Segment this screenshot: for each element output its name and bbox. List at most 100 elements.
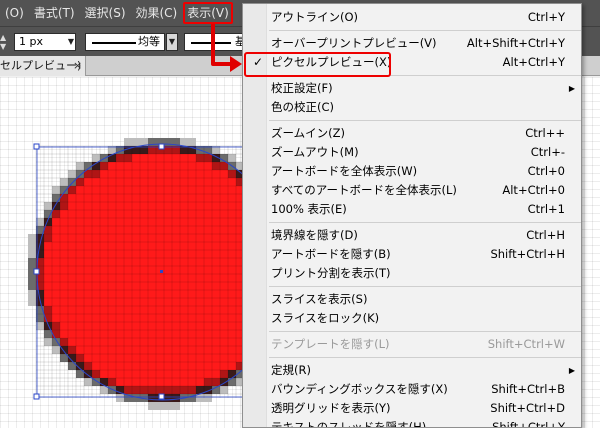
menu-item[interactable]: スライスをロック(K) [243,309,581,328]
menu-view[interactable]: 表示(V) [182,0,234,26]
pixel [116,394,124,402]
menu-item-shortcut: Alt+Ctrl+Y [502,55,565,69]
pixel [92,186,100,194]
pixel [172,162,180,170]
pixel [204,338,212,346]
pixel [228,194,236,202]
menu-item[interactable]: すべてのアートボードを全体表示(L) Alt+Ctrl+0 [243,181,581,200]
menu-type[interactable]: 書式(T) [29,0,80,26]
menu-object[interactable]: (O) [0,0,29,26]
menu-item[interactable]: アートボードを隠す(B) Shift+Ctrl+H [243,245,581,264]
pixel [196,234,204,242]
pixel [140,218,148,226]
pixel [212,330,220,338]
pixel [84,258,92,266]
menu-item[interactable]: アウトライン(O) Ctrl+Y [243,8,581,27]
pixel [204,194,212,202]
pixel [108,250,116,258]
menu-item[interactable]: 校正設定(F) ▶ [243,79,581,98]
pixel [116,258,124,266]
menu-item[interactable]: バウンディングボックスを隠す(X) Shift+Ctrl+B [243,380,581,399]
close-icon[interactable]: × [73,56,82,76]
pixel [196,266,204,274]
menu-item[interactable]: 100% 表示(E) Ctrl+1 [243,200,581,219]
pixel [220,202,228,210]
chevron-down-icon[interactable]: ▼ [166,33,178,51]
menu-item[interactable]: ズームアウト(M) Ctrl+- [243,143,581,162]
pixel [116,266,124,274]
pixel [228,186,236,194]
menu-item[interactable]: 色の校正(C) [243,98,581,117]
pixel [84,194,92,202]
pixel [132,210,140,218]
pixel [100,186,108,194]
pixel [132,194,140,202]
pixel [156,322,164,330]
menu-item[interactable]: アートボードを全体表示(W) Ctrl+0 [243,162,581,181]
pixel [100,306,108,314]
pixel [172,330,180,338]
pixel [196,274,204,282]
pixel [76,322,84,330]
pixel [132,282,140,290]
pixel [132,354,140,362]
pixel [212,298,220,306]
menu-item[interactable]: ズームイン(Z) Ctrl++ [243,124,581,143]
pixel [116,178,124,186]
menu-item[interactable]: ✓ ピクセルプレビュー(X) Alt+Ctrl+Y [243,53,581,72]
pixel [204,290,212,298]
pixel [156,378,164,386]
menu-item[interactable]: 定規(R) ▶ [243,361,581,380]
bounding-handle[interactable] [33,268,40,275]
pixel [140,242,148,250]
pixel [220,242,228,250]
menu-item[interactable]: スライスを表示(S) [243,290,581,309]
submenu-arrow-icon: ▶ [568,366,575,375]
pixel [124,234,132,242]
variable-width-profile-select[interactable]: 均等 [85,33,165,51]
stroke-line-icon [92,42,136,44]
pixel [164,226,172,234]
pixel [68,338,76,346]
bounding-handle[interactable] [158,393,165,400]
menu-item[interactable]: テキストのスレッドを隠す(H) Shift+Ctrl+Y [243,418,581,427]
pixel [148,162,156,170]
pixel [228,290,236,298]
pixel [148,210,156,218]
pixel [100,234,108,242]
bounding-handle[interactable] [158,143,165,150]
pixel [132,346,140,354]
pixel [116,290,124,298]
pixel [44,322,52,330]
menu-item-label: スライスをロック(K) [271,311,380,325]
pixel [108,282,116,290]
menu-effect[interactable]: 効果(C) [131,0,183,26]
pixel [172,322,180,330]
menu-item-shortcut: Ctrl++ [525,126,565,140]
pixel [188,234,196,242]
pixel [228,178,236,186]
pixel [68,306,76,314]
pixel [140,362,148,370]
pixel [60,250,68,258]
pixel [60,258,68,266]
menu-item[interactable]: プリント分割を表示(T) [243,264,581,283]
view-menu-dropdown: アウトライン(O) Ctrl+Y オーバープリントプレビュー(V) Alt+Shift… [242,3,582,428]
pixel [92,234,100,242]
menu-select[interactable]: 選択(S) [80,0,131,26]
menu-item[interactable]: オーバープリントプレビュー(V) Alt+Shift+Ctrl+Y [243,34,581,53]
brush-definition-select[interactable]: 基 [184,33,244,51]
pixel [124,242,132,250]
pixel [180,338,188,346]
stroke-stepper[interactable]: ▲ ▼ [0,33,10,51]
document-tab[interactable]: セルプレビュー) × [0,56,86,76]
bounding-handle[interactable] [33,393,40,400]
chevron-down-icon[interactable]: ▼ [66,34,76,50]
menu-item[interactable]: 透明グリッドを表示(Y) Shift+Ctrl+D [243,399,581,418]
bounding-handle[interactable] [33,143,40,150]
pixel [100,370,108,378]
pixel [180,322,188,330]
pixel [140,202,148,210]
menu-item-label: 100% 表示(E) [271,202,347,216]
menu-item[interactable]: 境界線を隠す(D) Ctrl+H [243,226,581,245]
